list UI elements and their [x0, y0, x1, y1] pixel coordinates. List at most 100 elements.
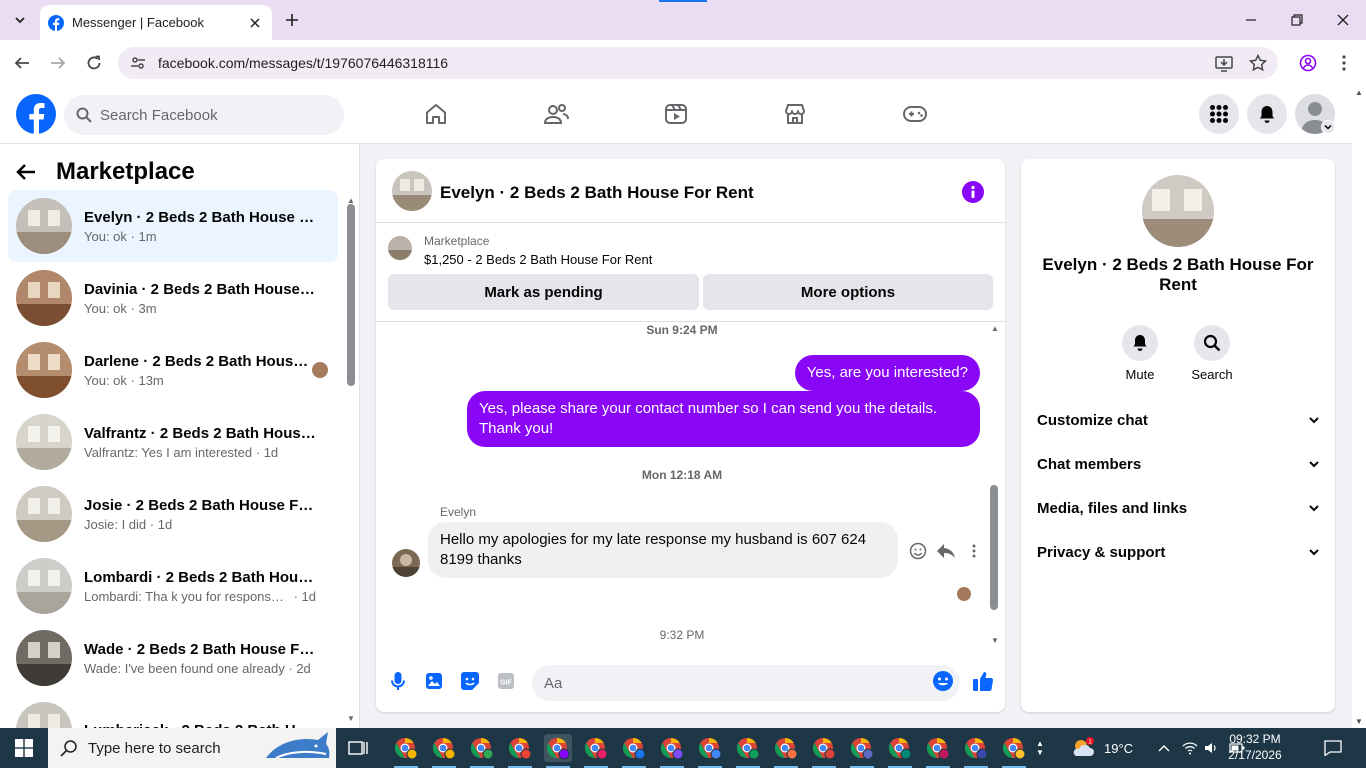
back-arrow-icon[interactable]	[10, 51, 34, 75]
emoji-icon[interactable]	[931, 669, 955, 693]
facebook-search-box[interactable]	[64, 95, 344, 135]
more-options-button[interactable]: More options	[703, 274, 993, 310]
outgoing-message[interactable]: Yes, please share your contact number so…	[467, 391, 980, 447]
mute-action[interactable]: Mute	[1110, 325, 1170, 382]
listing-thumbnail[interactable]	[388, 236, 412, 260]
reload-icon[interactable]	[82, 51, 106, 75]
chrome-window-icon[interactable]	[582, 734, 610, 768]
conversation-item[interactable]: Valfrantz · 2 Beds 2 Bath House For Rent…	[8, 406, 338, 478]
close-tab-icon[interactable]	[246, 14, 264, 32]
chat-avatar[interactable]	[392, 171, 432, 211]
conversation-item[interactable]: Evelyn · 2 Beds 2 Bath House For Rent You…	[8, 190, 338, 262]
menu-grid-icon[interactable]	[1199, 94, 1239, 134]
facebook-search-input[interactable]	[100, 106, 320, 124]
sender-avatar[interactable]	[392, 549, 420, 577]
forward-arrow-icon[interactable]	[46, 51, 70, 75]
install-app-icon[interactable]	[1210, 49, 1238, 77]
listing-title[interactable]: $1,250 - 2 Beds 2 Bath House For Rent	[424, 252, 652, 267]
chrome-window-icon[interactable]	[810, 734, 838, 768]
microphone-icon[interactable]	[386, 669, 410, 693]
minimize-icon[interactable]	[1239, 8, 1263, 32]
profile-icon[interactable]	[1296, 51, 1320, 75]
taskbar-search-box[interactable]: Type here to search	[48, 728, 336, 768]
browser-tab[interactable]: Messenger | Facebook	[40, 5, 272, 40]
restore-icon[interactable]	[1285, 8, 1309, 32]
nav-marketplace-icon[interactable]	[775, 94, 815, 134]
chat-members-row[interactable]: Chat members	[1037, 442, 1319, 486]
reply-icon[interactable]	[936, 541, 956, 561]
outgoing-message[interactable]: Yes, are you interested?	[794, 355, 980, 391]
conversation-scrollbar[interactable]	[347, 204, 355, 386]
mark-as-pending-button[interactable]: Mark as pending	[388, 274, 699, 310]
taskbar-clock[interactable]: 09:32 PM 2/17/2026	[1220, 731, 1290, 763]
nav-gaming-icon[interactable]	[895, 94, 935, 134]
conversation-item[interactable]: Darlene · 2 Beds 2 Bath House For Rent Yo…	[8, 334, 338, 406]
scroll-up-arrow[interactable]: ▲	[990, 324, 1000, 333]
chrome-window-icon[interactable]	[734, 734, 762, 768]
chrome-window-icon[interactable]	[392, 734, 420, 768]
chrome-window-icon[interactable]	[430, 734, 458, 768]
url-text[interactable]: facebook.com/messages/t/1976076446318116	[158, 55, 1210, 71]
chrome-window-icon[interactable]	[886, 734, 914, 768]
tab-search-chevron-icon[interactable]	[8, 8, 32, 32]
conversation-item[interactable]: Wade · 2 Beds 2 Bath House For Rent Wade:…	[8, 622, 338, 694]
volume-icon[interactable]	[1204, 728, 1218, 768]
notifications-bell-icon[interactable]	[1247, 94, 1287, 134]
chrome-window-icon[interactable]	[1000, 734, 1028, 768]
chrome-window-icon[interactable]	[848, 734, 876, 768]
chrome-window-icon[interactable]	[924, 734, 952, 768]
nav-home-icon[interactable]	[416, 94, 456, 134]
scroll-down-arrow[interactable]: ▼	[346, 714, 356, 724]
conversation-item[interactable]: Lumberjack · 2 Beds 2 Bath House For Ren…	[8, 694, 338, 728]
site-info-icon[interactable]	[124, 49, 152, 77]
message-input[interactable]	[544, 674, 924, 692]
incoming-message[interactable]: Hello my apologies for my late response …	[428, 522, 898, 578]
info-icon[interactable]	[962, 181, 984, 203]
address-bar[interactable]: facebook.com/messages/t/1976076446318116	[118, 47, 1278, 79]
chat-scrollbar[interactable]	[990, 485, 998, 610]
chrome-window-icon[interactable]	[506, 734, 534, 768]
chrome-window-icon[interactable]	[658, 734, 686, 768]
taskbar-scroll-arrows[interactable]: ▲ ▼	[1034, 728, 1046, 768]
search-action[interactable]: Search	[1182, 325, 1242, 382]
account-chevron-icon[interactable]	[1321, 120, 1335, 134]
sticker-icon[interactable]	[458, 669, 482, 693]
customize-chat-row[interactable]: Customize chat	[1037, 398, 1319, 442]
bookmark-star-icon[interactable]	[1244, 49, 1272, 77]
nav-friends-icon[interactable]	[536, 94, 576, 134]
notification-center-icon[interactable]	[1324, 728, 1342, 768]
chrome-window-icon[interactable]	[468, 734, 496, 768]
chrome-window-icon[interactable]	[696, 734, 724, 768]
thumbs-up-icon[interactable]	[971, 669, 995, 693]
photo-icon[interactable]	[422, 669, 446, 693]
search-icon[interactable]	[1194, 325, 1230, 361]
page-scrollbar[interactable]: ▲ ▼	[1352, 86, 1366, 728]
facebook-logo-icon[interactable]	[16, 94, 56, 134]
chrome-menu-icon[interactable]	[1332, 51, 1356, 75]
conversation-item[interactable]: Josie · 2 Beds 2 Bath House For Rent Josi…	[8, 478, 338, 550]
chrome-window-icon[interactable]	[544, 734, 572, 768]
wifi-icon[interactable]	[1182, 728, 1198, 768]
message-input-box[interactable]	[532, 665, 960, 701]
conversation-item[interactable]: Davinia · 2 Beds 2 Bath House For Rent Yo…	[8, 262, 338, 334]
react-emoji-icon[interactable]	[908, 541, 928, 561]
weather-widget[interactable]: 1 19°C	[1070, 728, 1133, 768]
mute-bell-icon[interactable]	[1122, 325, 1158, 361]
privacy-support-row[interactable]: Privacy & support	[1037, 530, 1319, 574]
windows-start-icon[interactable]	[0, 728, 48, 768]
task-view-icon[interactable]	[346, 736, 370, 760]
contact-avatar[interactable]	[1142, 175, 1214, 247]
conversation-item[interactable]: Lombardi · 2 Beds 2 Bath House For Rent L…	[8, 550, 338, 622]
back-arrow-icon[interactable]	[16, 158, 48, 186]
close-window-icon[interactable]	[1331, 8, 1355, 32]
nav-video-icon[interactable]	[656, 94, 696, 134]
chrome-window-icon[interactable]	[620, 734, 648, 768]
tray-chevron-up-icon[interactable]	[1158, 728, 1170, 768]
media-files-links-row[interactable]: Media, files and links	[1037, 486, 1319, 530]
more-actions-icon[interactable]	[964, 541, 984, 561]
gif-icon[interactable]: GIF	[494, 669, 518, 693]
new-tab-plus-icon[interactable]	[282, 10, 302, 30]
chrome-window-icon[interactable]	[962, 734, 990, 768]
chrome-window-icon[interactable]	[772, 734, 800, 768]
chat-title[interactable]: Evelyn · 2 Beds 2 Bath House For Rent	[440, 183, 754, 203]
